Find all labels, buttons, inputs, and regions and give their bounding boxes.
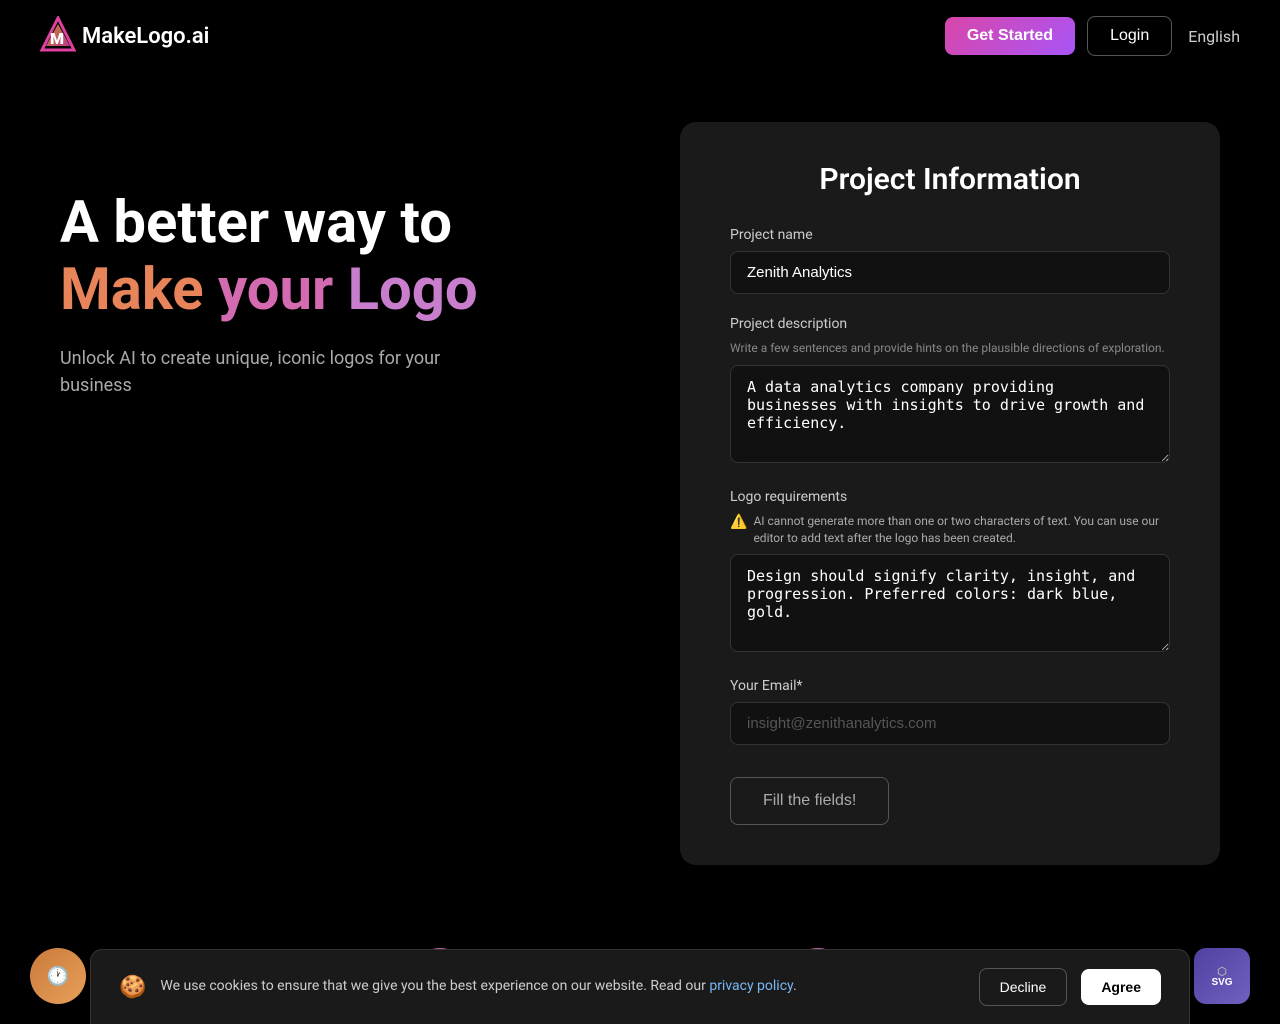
privacy-policy-link[interactable]: privacy policy: [709, 978, 793, 994]
main-content: A better way to Make your Logo Unlock AI…: [0, 72, 1280, 872]
submit-button[interactable]: Fill the fields!: [730, 777, 889, 825]
logo-requirements-field-group: Logo requirements ⚠️ AI cannot generate …: [730, 489, 1170, 657]
project-description-sublabel: Write a few sentences and provide hints …: [730, 340, 1170, 357]
cookie-text: We use cookies to ensure that we give yo…: [160, 977, 964, 997]
hero-section: A better way to Make your Logo Unlock AI…: [60, 132, 640, 872]
project-description-label: Project description: [730, 316, 1170, 332]
tagline-gradient: Make your Logo: [60, 256, 640, 326]
logo-icon: M: [40, 16, 76, 56]
project-description-input[interactable]: A data analytics company providing busin…: [730, 365, 1170, 463]
email-label: Your Email*: [730, 678, 1170, 694]
hero-subtitle: Unlock AI to create unique, iconic logos…: [60, 345, 460, 399]
project-name-input[interactable]: [730, 251, 1170, 294]
agree-button[interactable]: Agree: [1081, 969, 1161, 1005]
svg-icon: ⬡: [1217, 965, 1227, 978]
warning-icon: ⚠️: [730, 514, 747, 530]
project-name-label: Project name: [730, 227, 1170, 243]
header: M MakeLogo.ai Get Started Login English: [0, 0, 1280, 72]
logo-requirements-input[interactable]: Design should signify clarity, insight, …: [730, 554, 1170, 652]
svg-text:M: M: [50, 29, 64, 48]
get-started-button[interactable]: Get Started: [945, 17, 1075, 55]
logo-warning-row: ⚠️ AI cannot generate more than one or t…: [730, 513, 1170, 547]
history-button[interactable]: 🕐: [30, 948, 86, 1004]
svg-label: SVG: [1211, 978, 1232, 988]
logo-requirements-label: Logo requirements: [730, 489, 1170, 505]
project-description-field-group: Project description Write a few sentence…: [730, 316, 1170, 467]
project-form-card: Project Information Project name Project…: [680, 122, 1220, 865]
email-input[interactable]: [730, 702, 1170, 745]
decline-button[interactable]: Decline: [979, 968, 1068, 1006]
login-button[interactable]: Login: [1087, 16, 1172, 56]
header-actions: Get Started Login English: [945, 16, 1240, 56]
project-name-field-group: Project name: [730, 227, 1170, 294]
logo-wordmark: MakeLogo.ai: [82, 24, 209, 49]
logo-requirements-warning: AI cannot generate more than one or two …: [753, 513, 1170, 547]
language-selector[interactable]: English: [1188, 27, 1240, 46]
tagline-word-make: Make: [60, 256, 204, 324]
tagline-word-your: your: [218, 256, 333, 324]
cookie-banner: 🍪 We use cookies to ensure that we give …: [90, 949, 1190, 1024]
form-title: Project Information: [730, 162, 1170, 197]
cookie-icon: 🍪: [119, 975, 146, 1000]
tagline-word-logo: Logo: [348, 256, 478, 324]
history-icon: 🕐: [47, 966, 69, 987]
email-field-group: Your Email*: [730, 678, 1170, 745]
svg-button[interactable]: ⬡ SVG: [1194, 948, 1250, 1004]
tagline-line1: A better way to: [60, 192, 640, 256]
logo-area: M MakeLogo.ai: [40, 16, 209, 56]
